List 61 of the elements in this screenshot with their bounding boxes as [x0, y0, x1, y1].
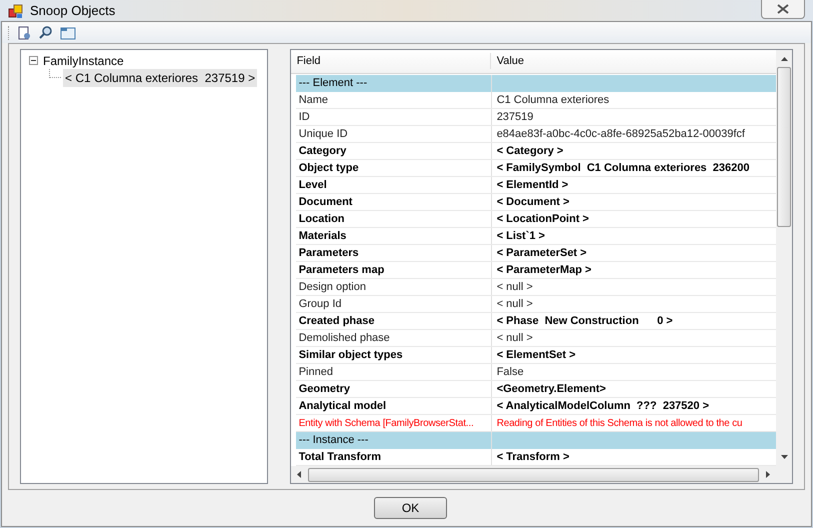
value-cell-text: < List`1 >	[496, 228, 545, 244]
field-cell-text: Location	[298, 212, 346, 227]
field-cell-text: Created phase	[298, 314, 376, 329]
field-cell-text: --- Instance ---	[298, 433, 370, 448]
field-cell-text: Level	[298, 178, 328, 193]
document-icon[interactable]	[16, 24, 32, 40]
tree-item[interactable]: FamilyInstance	[41, 52, 126, 70]
value-cell-text: <Geometry.Element>	[496, 382, 606, 397]
ok-button[interactable]: OK	[374, 497, 447, 519]
field-cell-text: Similar object types	[298, 348, 404, 363]
vertical-scrollbar[interactable]	[776, 50, 792, 466]
value-cell-text: < Phase New Construction 0 >	[496, 314, 673, 329]
value-cell-text: < null >	[496, 296, 533, 312]
value-cell-text: False	[496, 364, 524, 380]
app-icon	[8, 2, 24, 18]
value-cell-text: < ElementSet >	[496, 348, 576, 363]
window-title: Snoop Objects	[30, 2, 116, 20]
field-cell-text: Pinned	[298, 364, 334, 380]
field-cell-text: Name	[298, 92, 330, 108]
close-button[interactable]	[761, 0, 805, 19]
horizontal-scrollbar[interactable]	[290, 466, 792, 483]
field-cell-text: Materials	[298, 228, 348, 244]
value-cell-text: e84ae83f-a0bc-4c0c-a8fe-68925a52ba12-00039fcf	[496, 126, 745, 142]
value-cell-text: < FamilySymbol C1 Columna exteriores 236200	[496, 160, 750, 176]
tree-item[interactable]: < C1 Columna exteriores 237519 >	[63, 68, 258, 86]
field-cell-text: Design option	[298, 280, 367, 295]
scroll-thumb[interactable]	[308, 468, 759, 482]
field-cell-text: Unique ID	[298, 126, 349, 142]
value-cell-text: C1 Columna exteriores	[496, 92, 610, 108]
field-cell-text: ID	[298, 110, 311, 125]
value-cell-text: < null >	[496, 280, 533, 295]
window-icon[interactable]	[60, 24, 76, 40]
value-cell-text: Reading of Entities of this Schema is not allowed to the cu	[496, 416, 742, 430]
value-cell-text: < AnalyticalModelColumn ??? 237520 >	[496, 398, 710, 414]
field-cell-text: Object type	[298, 160, 360, 176]
field-cell-text: Analytical model	[298, 398, 388, 414]
field-cell-text: Parameters map	[298, 262, 386, 278]
close-icon	[777, 4, 789, 14]
value-cell-text: < ElementId >	[496, 178, 568, 193]
field-cell-text: --- Element ---	[298, 76, 368, 92]
search-icon[interactable]	[38, 24, 54, 40]
column-header[interactable]: Field	[290, 52, 491, 69]
field-cell-text: Total Transform	[298, 450, 382, 465]
value-cell-text: < Transform >	[496, 450, 570, 465]
field-cell-text: Document	[298, 194, 354, 210]
column-header[interactable]: Value	[490, 52, 524, 69]
field-cell-text: Category	[298, 144, 348, 159]
field-cell-text: Group Id	[298, 296, 342, 312]
field-cell-text: Entity with Schema [FamilyBrowserStat...	[298, 416, 475, 430]
value-cell-text: < ParameterMap >	[496, 262, 592, 278]
collapse-toggle-icon[interactable]	[29, 56, 38, 65]
field-cell-text: Demolished phase	[298, 330, 391, 346]
scroll-thumb[interactable]	[777, 67, 791, 227]
value-cell-text: < null >	[496, 330, 533, 346]
field-cell-text: Geometry	[298, 382, 352, 397]
value-cell-text: < LocationPoint >	[496, 212, 589, 227]
value-cell-text: < Document >	[496, 194, 570, 210]
value-cell-text: < Category >	[496, 144, 564, 159]
value-cell-text: < ParameterSet >	[496, 246, 587, 261]
value-cell-text: 237519	[496, 110, 534, 125]
field-cell-text: Parameters	[298, 246, 360, 261]
